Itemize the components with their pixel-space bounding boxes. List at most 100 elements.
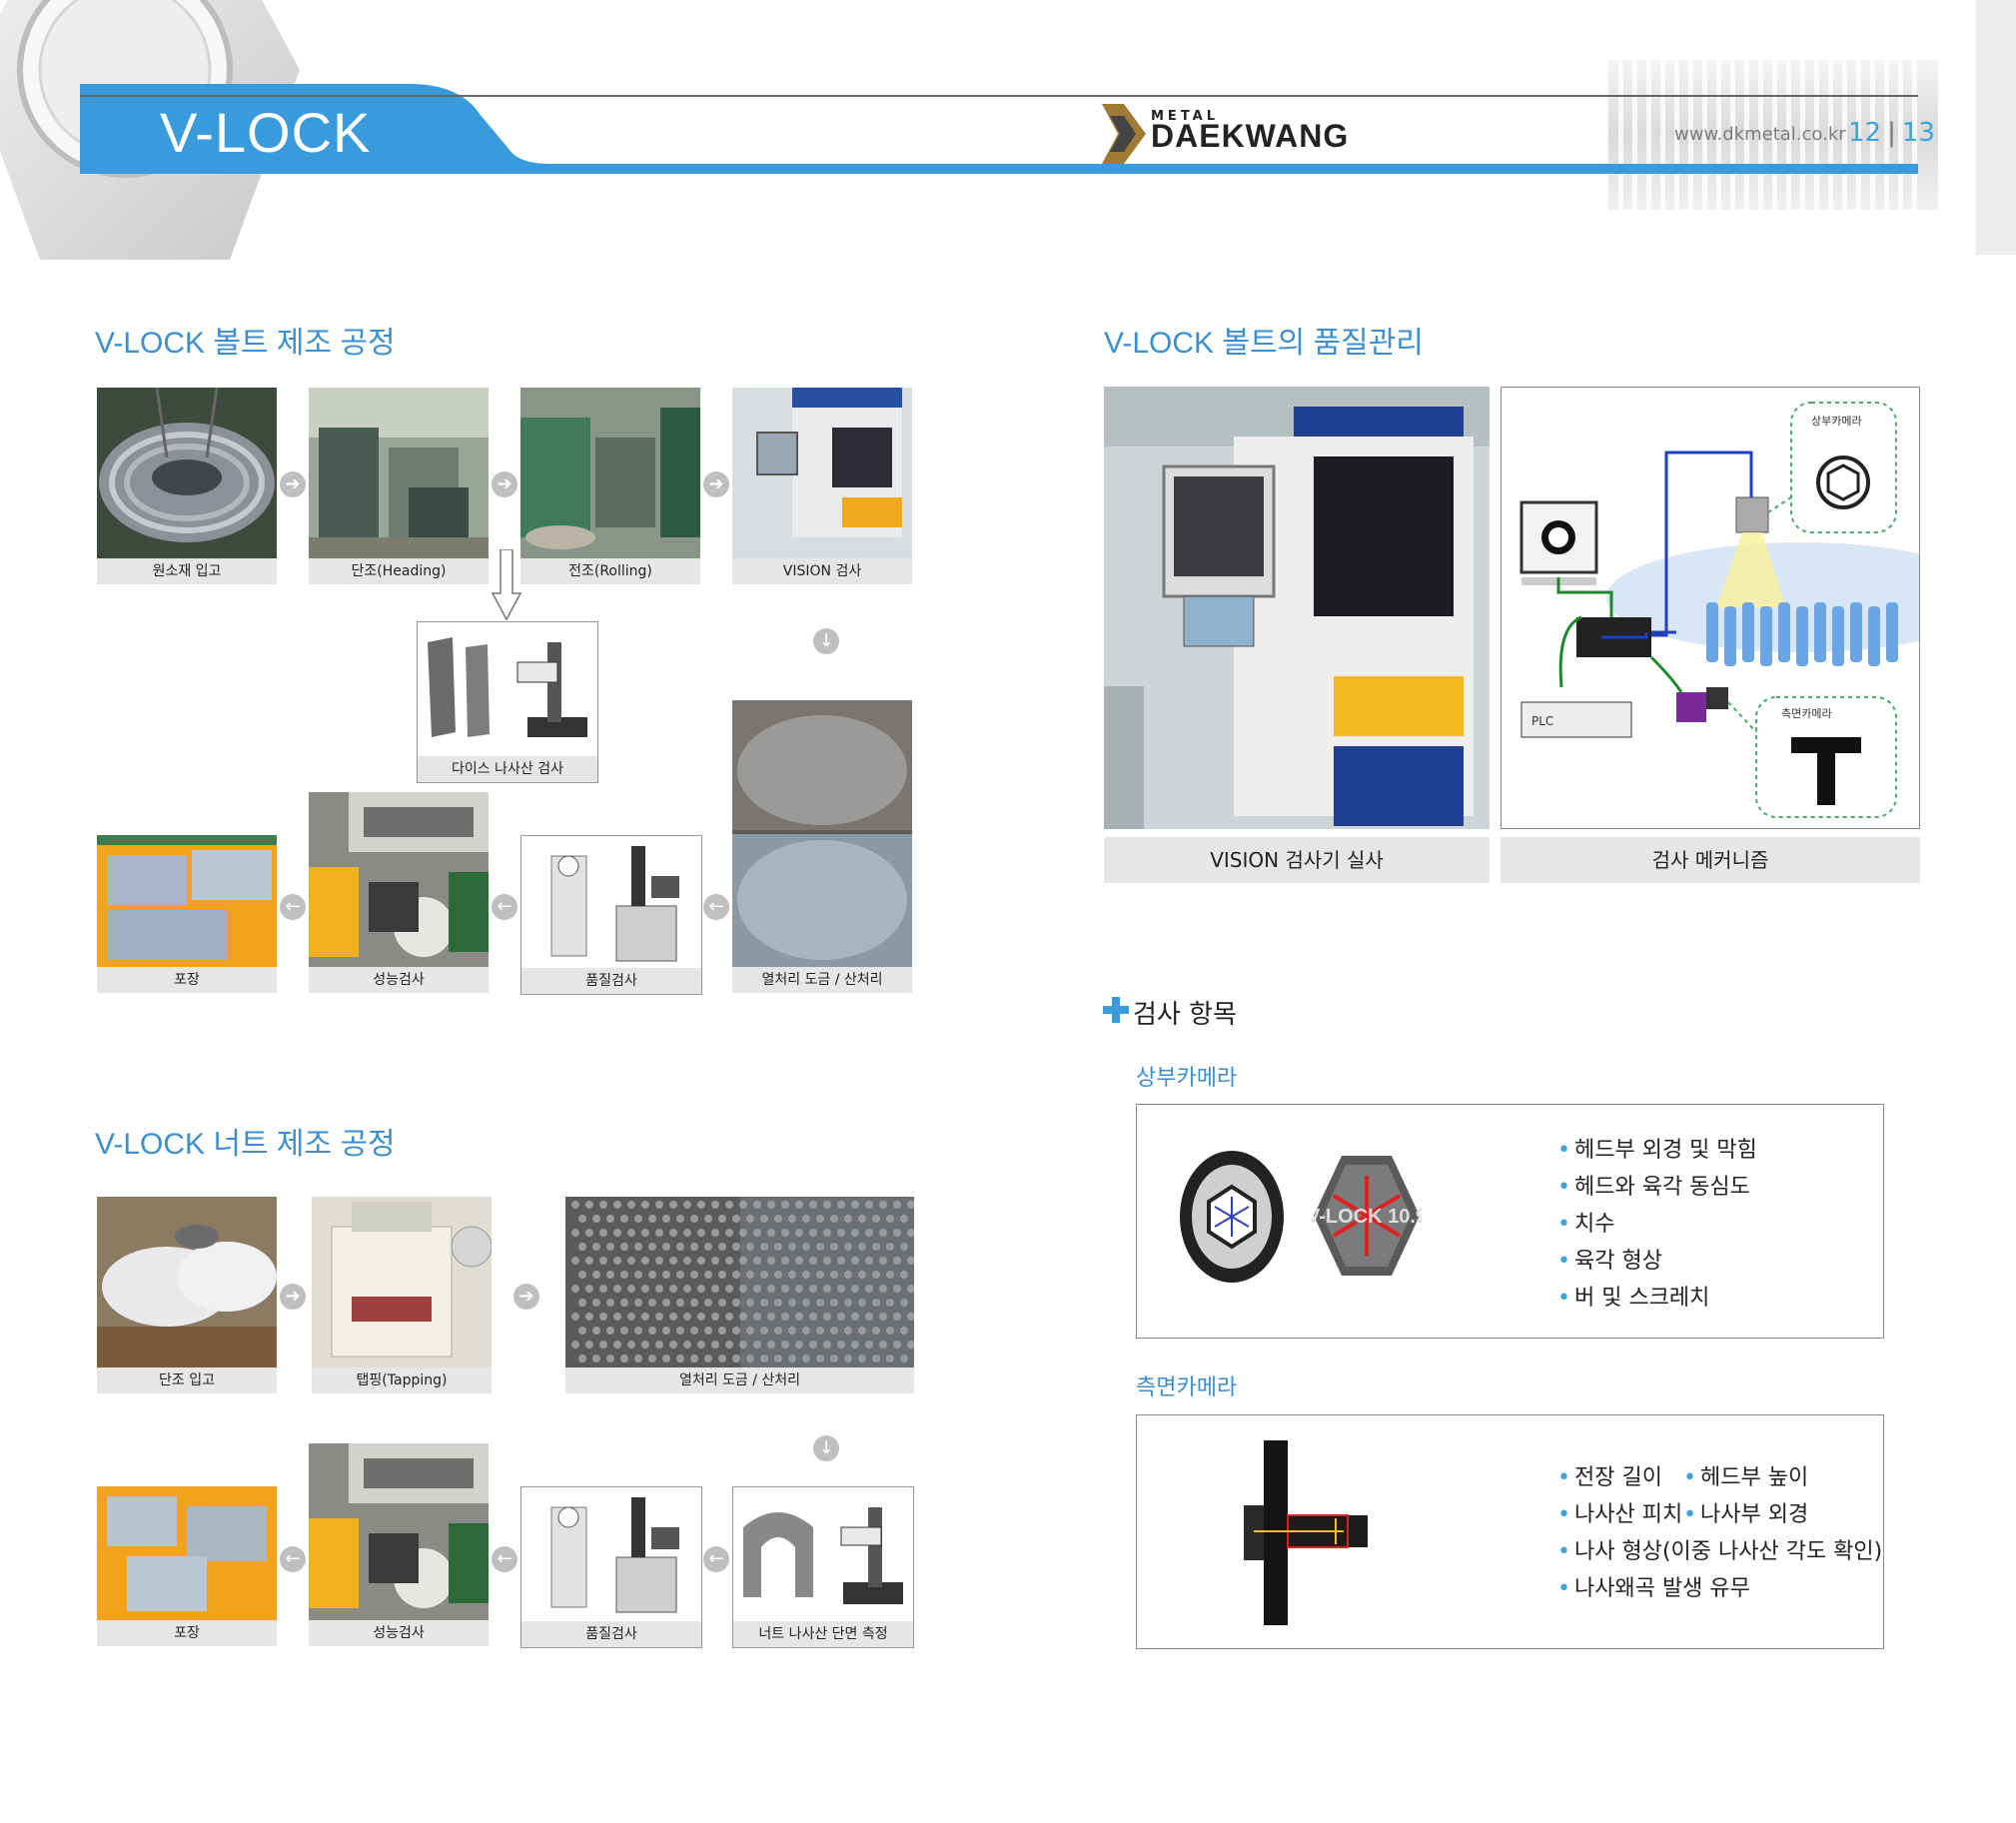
nut-texture-dot: [592, 1299, 600, 1307]
nut-texture-dot: [641, 1201, 649, 1209]
nut-texture-dot: [676, 1327, 684, 1335]
nut-texture-dot: [816, 1355, 824, 1363]
item-text: 나사산 피치: [1573, 1502, 1683, 1527]
bullet-dot-icon: •: [1557, 1138, 1570, 1163]
nut-texture-dot: [648, 1215, 656, 1223]
page-right: 13: [1901, 118, 1935, 148]
diagram-bolt: [1796, 606, 1808, 666]
nut-texture-dot: [886, 1327, 894, 1335]
nut-texture-dot: [725, 1313, 733, 1321]
nut-texture-dot: [809, 1313, 817, 1321]
nut-texture-dot: [641, 1229, 649, 1237]
nut-texture-dot: [872, 1243, 880, 1251]
nut-texture-dot: [795, 1313, 803, 1321]
nut-texture-dot: [767, 1313, 775, 1321]
nut-texture-dot: [585, 1229, 593, 1237]
nut-texture-dot: [725, 1285, 733, 1293]
nut-texture-dot: [753, 1229, 761, 1237]
photo-caption: VISION 검사기 실사: [1104, 837, 1490, 883]
nut-texture-dot: [690, 1327, 698, 1335]
nut-texture-dot: [879, 1201, 887, 1209]
nut-texture-dot: [816, 1215, 824, 1223]
nut-texture-dot: [865, 1201, 873, 1209]
nut-texture-dot: [809, 1257, 817, 1265]
step-caption: 전조(Rolling): [520, 558, 700, 584]
nut-texture-dot: [844, 1327, 852, 1335]
nut-texture-dot: [760, 1215, 768, 1223]
side-camera-heading: 측면카메라: [1136, 1375, 1238, 1400]
nut-texture-dot: [844, 1299, 852, 1307]
nut-texture-dot: [795, 1229, 803, 1237]
nut-texture-dot: [816, 1271, 824, 1279]
performance-tester-photo: [309, 792, 489, 967]
nut-texture-dot: [662, 1243, 670, 1251]
nut-texture-dot: [851, 1229, 859, 1237]
diagram-bolt: [1778, 602, 1790, 662]
step-heat-treatment: 열처리 도금 / 산처리: [732, 700, 912, 993]
nut-texture-dot: [774, 1355, 782, 1363]
nut-texture-dot: [858, 1243, 866, 1251]
diagram-bolt: [1724, 606, 1736, 666]
plc-label: PLC: [1531, 714, 1553, 728]
nut-texture-dot: [886, 1299, 894, 1307]
nut-texture-dot: [599, 1341, 607, 1349]
nut-texture-dot: [711, 1201, 719, 1209]
nut-texture-dot: [599, 1257, 607, 1265]
nut-texture-dot: [641, 1341, 649, 1349]
nut-texture-dot: [865, 1285, 873, 1293]
nut-texture-dot: [760, 1355, 768, 1363]
arrow-down-icon: ↓: [813, 628, 839, 654]
inspection-item: • 헤드와 육각 동심도: [1557, 1169, 1750, 1201]
arrow-left-icon: ←: [280, 1546, 306, 1572]
nut-texture-dot: [900, 1299, 908, 1307]
step-caption: 다이스 나사산 검사: [418, 756, 597, 782]
page-separator: |: [1887, 118, 1896, 148]
nut-texture-dot: [585, 1257, 593, 1265]
nut-texture-dot: [648, 1243, 656, 1251]
top-camera-heading: 상부카메라: [1136, 1066, 1238, 1091]
nut-texture-dot: [634, 1243, 642, 1251]
nuts-pile-photo: [565, 1197, 914, 1367]
arrow-left-icon: ←: [703, 894, 729, 920]
step-caption: 단조(Heading): [309, 558, 489, 584]
nut-texture-dot: [704, 1299, 712, 1307]
step-forging-receipt: 단조 입고: [97, 1197, 277, 1393]
nut-texture-dot: [900, 1243, 908, 1251]
step-caption: 탭핑(Tapping): [312, 1367, 492, 1393]
bullet-dot-icon: •: [1557, 1175, 1570, 1200]
nut-texture-dot: [718, 1271, 726, 1279]
nut-texture-dot: [879, 1285, 887, 1293]
inspection-mechanism-panel: PLC 상부카메라 측면카메라 검사 메커니즘: [1501, 387, 1920, 883]
nut-texture-dot: [571, 1201, 579, 1209]
inspection-item: • 나사왜곡 발생 유무: [1557, 1570, 1750, 1602]
nut-texture-dot: [655, 1229, 663, 1237]
nut-texture-dot: [879, 1341, 887, 1349]
nut-texture-dot: [900, 1355, 908, 1363]
nut-texture-dot: [578, 1299, 586, 1307]
nut-texture-dot: [809, 1229, 817, 1237]
nut-texture-dot: [571, 1341, 579, 1349]
nut-texture-dot: [767, 1257, 775, 1265]
nut-texture-dot: [648, 1327, 656, 1335]
nut-texture-dot: [655, 1201, 663, 1209]
nut-texture-dot: [676, 1299, 684, 1307]
treated-bolts-photo: [732, 700, 912, 967]
bullet-dot-icon: •: [1683, 1502, 1696, 1527]
nut-texture-dot: [872, 1215, 880, 1223]
nut-texture-dot: [858, 1327, 866, 1335]
nut-texture-dot: [816, 1327, 824, 1335]
nut-texture-dot: [676, 1215, 684, 1223]
bullet-dot-icon: •: [1557, 1502, 1570, 1527]
nut-texture-dot: [900, 1271, 908, 1279]
nut-texture-dot: [809, 1341, 817, 1349]
nut-texture-dot: [662, 1327, 670, 1335]
step-caption: 너트 나사산 단면 측정: [733, 1621, 913, 1647]
nut-texture-dot: [788, 1355, 796, 1363]
nut-texture-dot: [627, 1257, 635, 1265]
item-text: 치수: [1573, 1212, 1615, 1237]
step-caption: 성능검사: [309, 967, 489, 993]
nut-texture-dot: [669, 1285, 677, 1293]
nut-texture-dot: [676, 1355, 684, 1363]
item-text: 육각 형상: [1573, 1249, 1662, 1274]
nut-texture-dot: [711, 1313, 719, 1321]
